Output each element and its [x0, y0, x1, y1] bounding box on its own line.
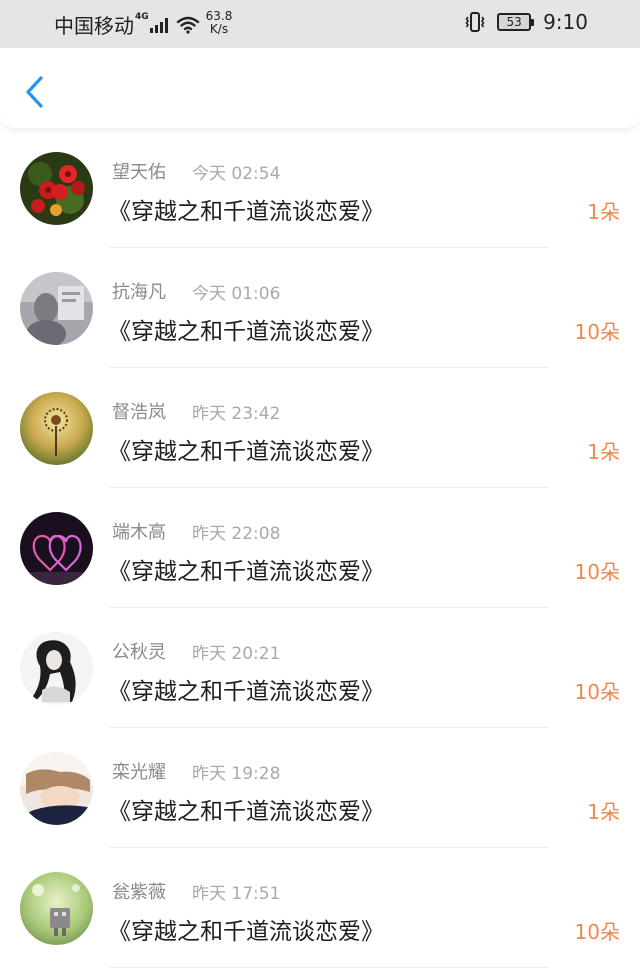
- send-time: 昨天 19:28: [192, 764, 281, 784]
- network-type: 4G: [135, 11, 149, 22]
- gift-record-list: 望天佑 今天 02:54 《穿越之和千道流谈恋爱》 1朵 抗海凡 今天 01:0…: [0, 128, 640, 968]
- battery-icon: 53: [497, 13, 535, 31]
- list-item[interactable]: 栾光耀 昨天 19:28 《穿越之和千道流谈恋爱》 1朵: [0, 728, 640, 848]
- net-speed-value: 63.8: [205, 8, 233, 23]
- list-item[interactable]: 抗海凡 今天 01:06 《穿越之和千道流谈恋爱》 10朵: [0, 248, 640, 368]
- chevron-left-icon[interactable]: [20, 74, 50, 110]
- flower-count: 10朵: [574, 320, 620, 344]
- flower-count: 1朵: [587, 200, 620, 224]
- battery-level: 53: [506, 15, 522, 29]
- list-item[interactable]: 望天佑 今天 02:54 《穿越之和千道流谈恋爱》 1朵: [0, 128, 640, 248]
- book-title[interactable]: 《穿越之和千道流谈恋爱》: [108, 312, 384, 346]
- list-item[interactable]: 公秋灵 昨天 20:21 《穿越之和千道流谈恋爱》 10朵: [0, 608, 640, 728]
- net-speed-unit: K/s: [209, 21, 229, 36]
- sender-name: 望天佑: [112, 162, 166, 183]
- book-title[interactable]: 《穿越之和千道流谈恋爱》: [108, 192, 384, 226]
- list-item[interactable]: 督浩岚 昨天 23:42 《穿越之和千道流谈恋爱》 1朵: [0, 368, 640, 488]
- divider: [110, 967, 548, 968]
- status-time: 9:10: [543, 10, 588, 34]
- avatar[interactable]: [20, 272, 93, 345]
- sender-name: 公秋灵: [112, 642, 166, 663]
- wifi-icon: [176, 16, 199, 34]
- send-time: 昨天 23:42: [192, 404, 281, 424]
- flower-count: 10朵: [574, 920, 620, 944]
- avatar[interactable]: [20, 392, 93, 465]
- status-bar-left: 中国移动 4G 63.8 K/s: [54, 8, 233, 39]
- send-time: 今天 01:06: [192, 284, 281, 304]
- avatar[interactable]: [20, 752, 93, 825]
- status-bar-right: 53 9:10: [465, 10, 588, 34]
- net-speed: 63.8 K/s: [205, 8, 233, 36]
- send-time: 昨天 20:21: [192, 644, 281, 664]
- book-title[interactable]: 《穿越之和千道流谈恋爱》: [108, 432, 384, 466]
- avatar[interactable]: [20, 512, 93, 585]
- nav-header: [0, 48, 640, 128]
- sender-name: 督浩岚: [112, 402, 166, 423]
- avatar[interactable]: [20, 872, 93, 945]
- send-time: 今天 02:54: [192, 164, 281, 184]
- avatar[interactable]: [20, 152, 93, 225]
- list-item[interactable]: 瓮紫薇 昨天 17:51 《穿越之和千道流谈恋爱》 10朵: [0, 848, 640, 968]
- book-title[interactable]: 《穿越之和千道流谈恋爱》: [108, 912, 384, 946]
- status-bar: 中国移动 4G 63.8 K/s 53 9:10: [0, 0, 640, 48]
- book-title[interactable]: 《穿越之和千道流谈恋爱》: [108, 552, 384, 586]
- vibrate-icon: [465, 12, 485, 32]
- sender-name: 抗海凡: [112, 282, 166, 303]
- book-title[interactable]: 《穿越之和千道流谈恋爱》: [108, 672, 384, 706]
- book-title[interactable]: 《穿越之和千道流谈恋爱》: [108, 792, 384, 826]
- flower-count: 1朵: [587, 800, 620, 824]
- send-time: 昨天 22:08: [192, 524, 281, 544]
- list-item[interactable]: 端木高 昨天 22:08 《穿越之和千道流谈恋爱》 10朵: [0, 488, 640, 608]
- flower-count: 10朵: [574, 680, 620, 704]
- flower-count: 1朵: [587, 440, 620, 464]
- send-time: 昨天 17:51: [192, 884, 281, 904]
- flower-count: 10朵: [574, 560, 620, 584]
- sender-name: 栾光耀: [112, 762, 166, 783]
- sender-name: 瓮紫薇: [112, 882, 166, 903]
- signal-icon: [149, 17, 168, 33]
- sender-name: 端木高: [112, 522, 166, 543]
- avatar[interactable]: [20, 632, 93, 705]
- carrier-name: 中国移动: [54, 14, 134, 38]
